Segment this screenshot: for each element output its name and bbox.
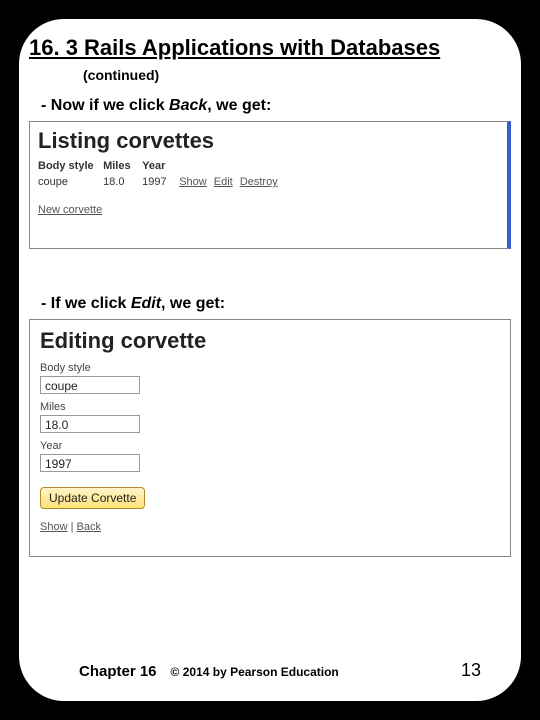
edit-bottom-links: Show | Back	[40, 521, 500, 533]
screenshot-edit-form: Editing corvette Body style coupe Miles …	[29, 319, 511, 557]
slide-subtitle: (continued)	[83, 67, 511, 83]
note1-emph: Back	[169, 97, 207, 114]
link-destroy[interactable]: Destroy	[240, 176, 278, 188]
note-click-back: - Now if we click Back, we get:	[41, 97, 511, 115]
input-miles[interactable]: 18.0	[40, 415, 140, 433]
col-body-style: Body style	[38, 160, 98, 172]
screenshot-listing: Listing corvettes Body style Miles Year …	[29, 121, 511, 249]
input-body-style[interactable]: coupe	[40, 376, 140, 394]
col-year: Year	[142, 160, 172, 172]
footer-copyright: © 2014 by Pearson Education	[171, 665, 339, 679]
note1-prefix: - Now if we click	[41, 97, 169, 114]
listing-heading: Listing corvettes	[38, 128, 499, 154]
link-new-corvette[interactable]: New corvette	[38, 204, 499, 216]
label-body-style: Body style	[40, 362, 500, 374]
table-row: coupe 18.0 1997 Show Edit Destroy	[38, 176, 499, 188]
note2-suffix: , we get:	[161, 295, 225, 312]
note1-suffix: , we get:	[207, 97, 271, 114]
slide-footer: Chapter 16 © 2014 by Pearson Education 1…	[79, 660, 481, 681]
slide-content: 16. 3 Rails Applications with Databases …	[29, 31, 511, 689]
footer-chapter: Chapter 16	[79, 663, 157, 680]
note2-prefix: - If we click	[41, 295, 131, 312]
link-separator: |	[68, 521, 77, 533]
cell-miles: 18.0	[103, 176, 137, 188]
update-button[interactable]: Update Corvette	[40, 487, 145, 509]
note-click-edit: - If we click Edit, we get:	[41, 295, 511, 313]
link-show[interactable]: Show	[179, 176, 207, 188]
label-miles: Miles	[40, 401, 500, 413]
cell-year: 1997	[142, 176, 172, 188]
slide-title: 16. 3 Rails Applications with Databases	[29, 35, 511, 61]
note2-emph: Edit	[131, 295, 161, 312]
cell-body-style: coupe	[38, 176, 98, 188]
input-year[interactable]: 1997	[40, 454, 140, 472]
listing-table-header: Body style Miles Year	[38, 160, 499, 172]
footer-page-number: 13	[461, 660, 481, 681]
link-edit[interactable]: Edit	[214, 176, 233, 188]
spacer	[29, 249, 511, 289]
label-year: Year	[40, 440, 500, 452]
edit-heading: Editing corvette	[40, 328, 500, 354]
link-back-bottom[interactable]: Back	[77, 521, 101, 533]
link-show-bottom[interactable]: Show	[40, 521, 68, 533]
slide-frame: 16. 3 Rails Applications with Databases …	[16, 16, 524, 704]
col-miles: Miles	[103, 160, 137, 172]
